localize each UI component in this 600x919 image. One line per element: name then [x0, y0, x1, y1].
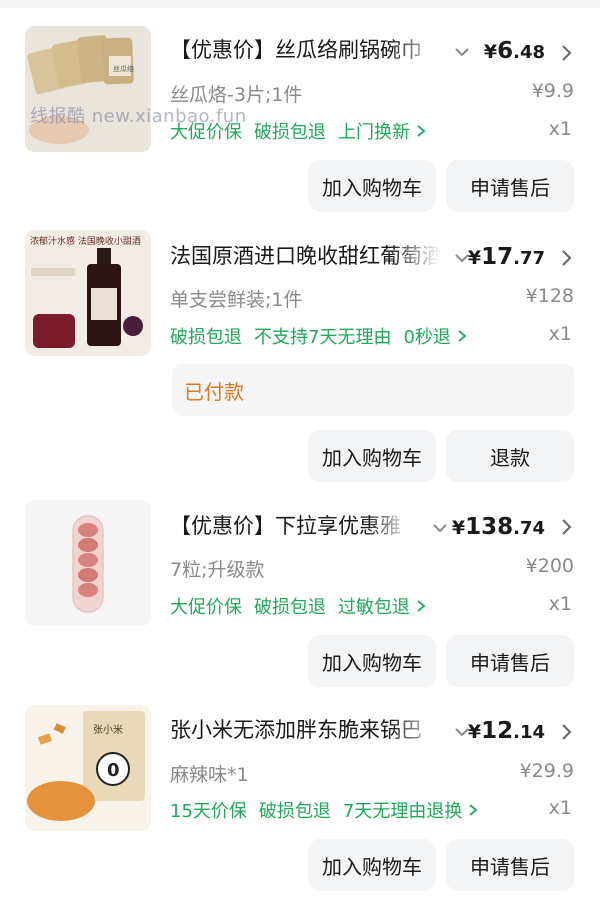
tag: 破损包退	[258, 801, 331, 822]
refund-button[interactable]: 退款	[446, 430, 574, 482]
tag: 上门换新	[338, 122, 410, 143]
product-image-capsules[interactable]	[25, 500, 151, 626]
original-price: ¥29.9	[519, 760, 574, 782]
thumb-label: 张小米	[93, 723, 123, 736]
price: ¥138.74	[451, 514, 545, 540]
price: ¥17.77	[467, 244, 545, 270]
quantity: x1	[548, 118, 572, 140]
product-image-loofah[interactable]: 丝瓜络	[25, 26, 151, 152]
after-sales-button[interactable]: 申请售后	[446, 160, 574, 212]
chevron-right-icon	[469, 804, 478, 816]
add-to-cart-button[interactable]: 加入购物车	[308, 839, 436, 891]
add-to-cart-button[interactable]: 加入购物车	[308, 635, 436, 687]
after-sales-button[interactable]: 申请售后	[446, 839, 574, 891]
tag: 破损包退	[170, 327, 242, 348]
product-title[interactable]: 张小米无添加胖东脆来锅巴	[170, 717, 440, 743]
quantity: x1	[548, 323, 572, 345]
quantity: x1	[548, 593, 572, 615]
thumb-label: 丝瓜络	[113, 64, 134, 73]
original-price: ¥128	[525, 285, 574, 307]
product-title[interactable]: 法国原酒进口晚收甜红葡萄酒	[170, 243, 440, 269]
chevron-down-icon[interactable]	[430, 518, 450, 538]
service-tags[interactable]: 破损包退 不支持7天无理由 0秒退	[170, 323, 467, 349]
tag: 大促价保	[170, 597, 242, 618]
product-title[interactable]: 【优惠价】丝瓜络刷锅碗巾	[170, 37, 440, 63]
tag: 破损包退	[254, 597, 326, 618]
quantity: x1	[548, 797, 572, 819]
chevron-right-icon	[417, 125, 426, 137]
tag: 7天无理由退换	[342, 801, 463, 822]
tag: 0秒退	[403, 327, 451, 348]
service-tags[interactable]: 大促价保 破损包退 过敏包退	[170, 593, 426, 619]
tag: 过敏包退	[338, 597, 410, 618]
chevron-right-icon[interactable]	[558, 43, 574, 63]
tag: 大促价保	[170, 122, 242, 143]
product-spec: 单支尝鲜装;1件	[170, 289, 303, 311]
thumb-label: 浓郁汁水感 法国晚收小甜酒	[30, 235, 141, 247]
add-to-cart-button[interactable]: 加入购物车	[308, 160, 436, 212]
original-price: ¥9.9	[531, 80, 574, 102]
svg-text:0: 0	[107, 760, 120, 781]
tag: 不支持7天无理由	[254, 327, 392, 348]
product-spec: 丝瓜烙-3片;1件	[170, 84, 303, 106]
tag: 破损包退	[254, 122, 326, 143]
product-spec: 7粒;升级款	[170, 559, 265, 581]
original-price: ¥200	[525, 555, 574, 577]
service-tags[interactable]: 15天价保 破损包退 7天无理由退换	[170, 797, 478, 823]
product-spec: 麻辣味*1	[170, 764, 249, 786]
price: ¥6.48	[483, 38, 545, 64]
price: ¥12.14	[467, 718, 545, 744]
tag: 15天价保	[170, 801, 247, 822]
payment-status-box: 已付款	[172, 364, 574, 416]
product-image-wine[interactable]: 浓郁汁水感 法国晚收小甜酒	[25, 230, 151, 356]
chevron-right-icon	[458, 330, 467, 342]
chevron-right-icon[interactable]	[558, 248, 574, 268]
chevron-right-icon[interactable]	[558, 517, 574, 537]
payment-status: 已付款	[184, 379, 244, 404]
after-sales-button[interactable]: 申请售后	[446, 635, 574, 687]
chevron-right-icon[interactable]	[558, 722, 574, 742]
chevron-right-icon	[417, 600, 426, 612]
service-tags[interactable]: 大促价保 破损包退 上门换新	[170, 118, 426, 144]
add-to-cart-button[interactable]: 加入购物车	[308, 430, 436, 482]
product-image-crackers[interactable]: 张小米 0	[25, 705, 151, 831]
top-divider	[0, 0, 600, 8]
product-title[interactable]: 【优惠价】下拉享优惠雅	[170, 513, 410, 539]
chevron-down-icon[interactable]	[452, 42, 472, 62]
